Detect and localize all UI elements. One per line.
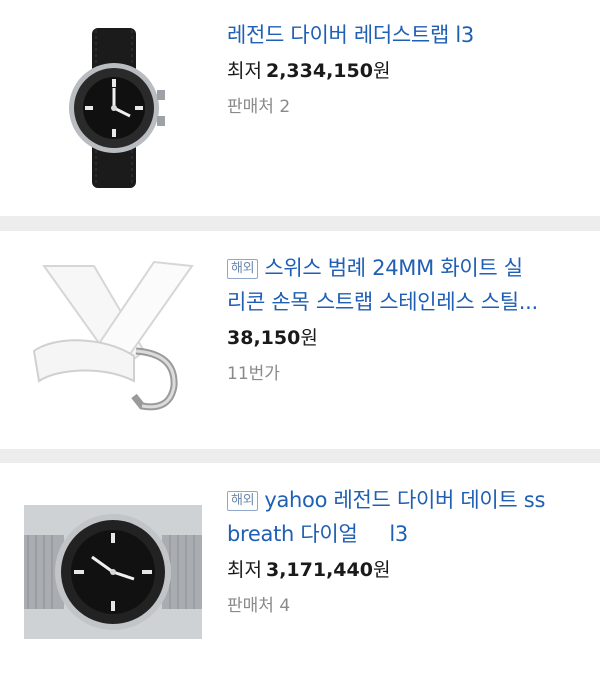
price-unit: 원	[372, 559, 391, 581]
seller-name[interactable]: 11번가	[227, 361, 580, 387]
price-row: 38,150원	[227, 323, 580, 353]
seller-count[interactable]: 판매처 4	[227, 593, 580, 619]
lowest-price-label: 최저	[227, 60, 262, 82]
product-title[interactable]: 해외 스위스 범례 24MM 화이트 실 리콘 손목 스트랩 스테인레스 스틸..…	[227, 251, 580, 319]
product-title-line1: yahoo 레전드 다이버 데이트 ss	[264, 488, 546, 512]
price-value: 3,171,440	[265, 559, 373, 581]
price-row: 최저 2,334,150원	[227, 56, 580, 86]
leather-strap-watch-image[interactable]	[24, 28, 202, 188]
mesh-bracelet-watch-image[interactable]	[24, 505, 202, 639]
product-card[interactable]: 해외 스위스 범례 24MM 화이트 실 리콘 손목 스트랩 스테인레스 스틸..…	[0, 231, 600, 449]
seller-count[interactable]: 판매처 2	[227, 94, 580, 120]
white-silicone-strap-image[interactable]	[24, 256, 202, 416]
price-unit: 원	[300, 327, 318, 349]
product-title[interactable]: 레전드 다이버 레더스트랩 l3	[227, 18, 580, 52]
product-title-line1: 스위스 범례 24MM 화이트 실	[264, 256, 523, 280]
overseas-badge: 해외	[227, 491, 259, 511]
product-title-line2: 리콘 손목 스트랩 스테인레스 스틸...	[227, 290, 538, 314]
product-title[interactable]: 해외 yahoo 레전드 다이버 데이트 ss breath 다이얼 l3	[227, 483, 580, 551]
price-value: 38,150	[227, 327, 301, 349]
product-card[interactable]: 해외 yahoo 레전드 다이버 데이트 ss breath 다이얼 l3 최저 3…	[0, 463, 600, 680]
overseas-badge: 해외	[227, 259, 259, 279]
price-row: 최저 3,171,440원	[227, 555, 580, 585]
product-card[interactable]: 레전드 다이버 레더스트랩 l3 최저 2,334,150원 판매처 2	[0, 0, 600, 216]
product-title-line2: breath 다이얼 l3	[227, 522, 408, 546]
price-unit: 원	[372, 60, 391, 82]
price-value: 2,334,150	[265, 60, 373, 82]
lowest-price-label: 최저	[227, 559, 262, 581]
